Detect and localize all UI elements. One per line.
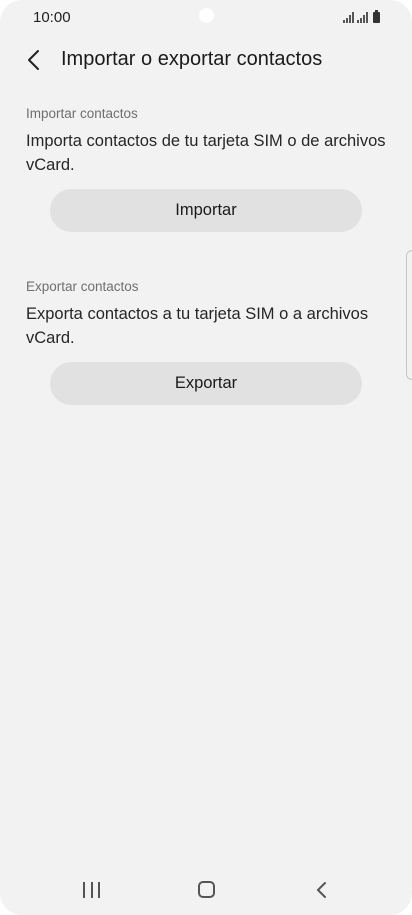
- export-section-label: Exportar contactos: [26, 279, 139, 294]
- home-icon[interactable]: [198, 881, 215, 898]
- import-section-label: Importar contactos: [26, 106, 138, 121]
- export-button[interactable]: Exportar: [50, 362, 362, 405]
- import-button[interactable]: Importar: [50, 189, 362, 232]
- battery-icon: [373, 10, 380, 23]
- page-title: Importar o exportar contactos: [61, 48, 323, 70]
- status-icons: [343, 10, 380, 23]
- navigation-bar: [0, 866, 412, 914]
- phone-screen: 10:00 Importar o exportar contactos Impo…: [0, 0, 412, 915]
- export-section-description: Exporta contactos a tu tarjeta SIM o a a…: [26, 305, 369, 347]
- front-camera: [199, 8, 214, 23]
- chevron-left-icon[interactable]: [26, 49, 44, 71]
- header: Importar o exportar contactos: [0, 40, 412, 80]
- back-icon[interactable]: [315, 881, 329, 899]
- import-section-description: Importa contactos de tu tarjeta SIM o de…: [26, 132, 386, 174]
- status-time: 10:00: [33, 9, 71, 26]
- recents-icon[interactable]: [83, 882, 100, 899]
- status-bar: 10:00: [0, 0, 412, 36]
- signal-icon-secondary: [357, 12, 368, 23]
- scroll-indicator[interactable]: [406, 250, 412, 380]
- signal-icon: [343, 12, 354, 23]
